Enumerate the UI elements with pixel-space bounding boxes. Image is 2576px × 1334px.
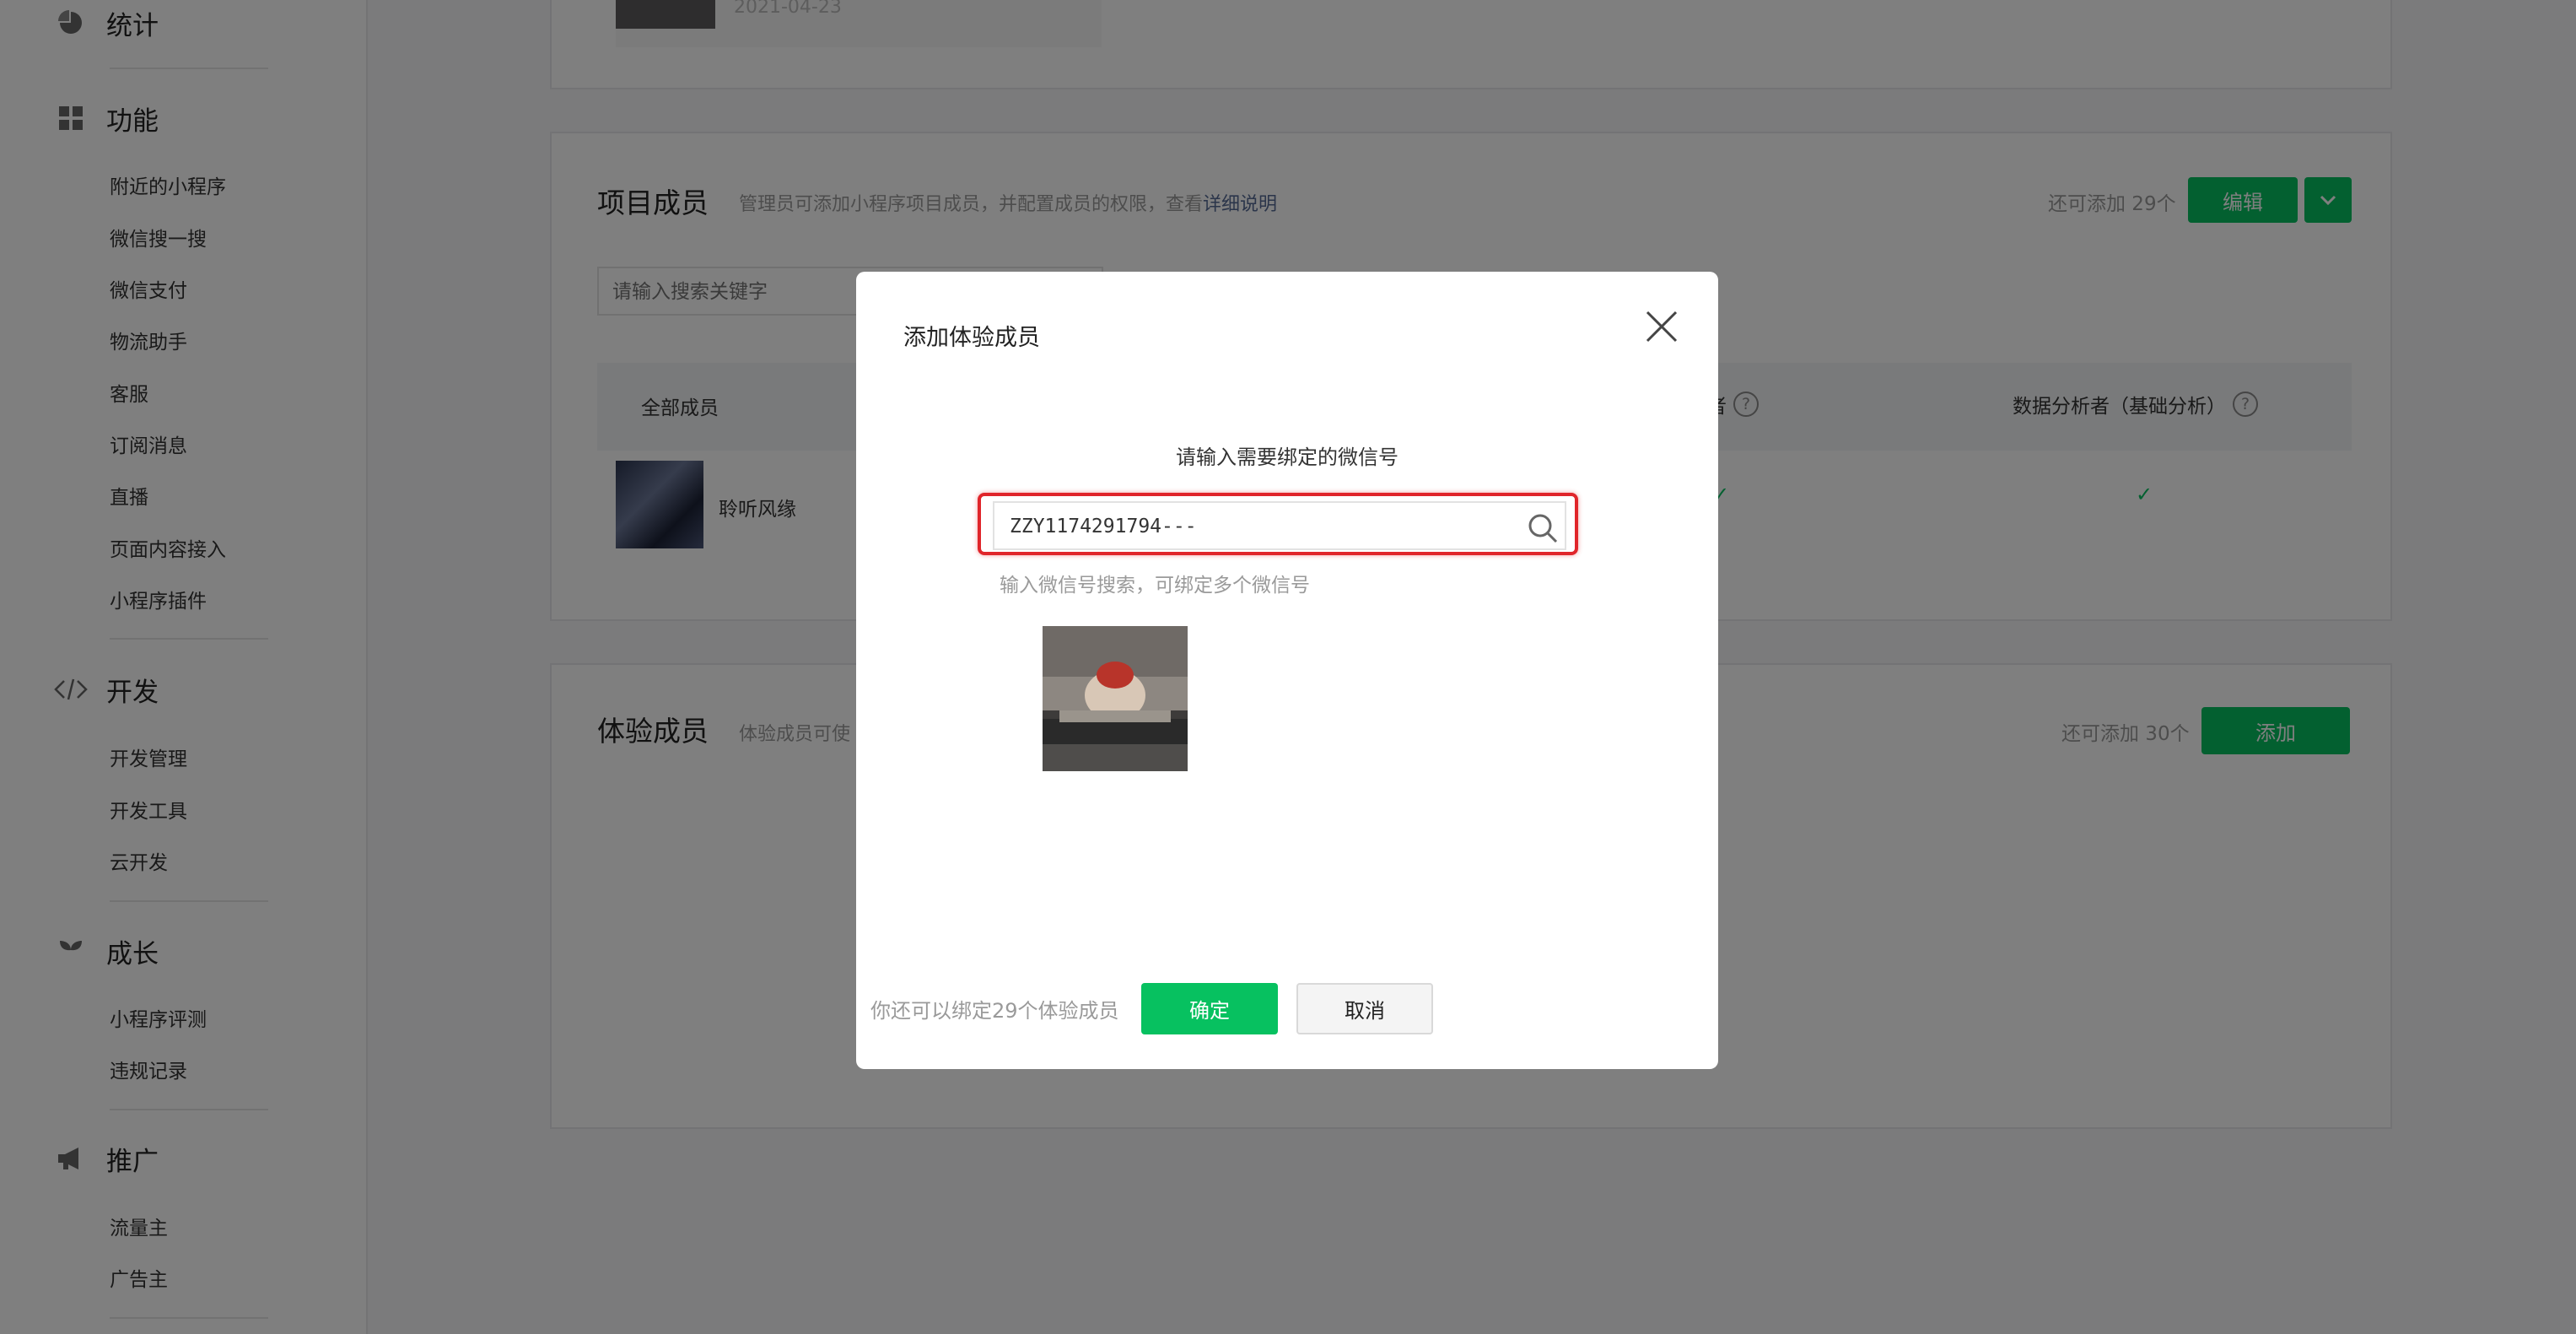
cancel-button[interactable]: 取消: [1296, 983, 1433, 1034]
search-hint: 输入微信号搜索，可绑定多个微信号: [1000, 575, 1310, 597]
dialog-prompt: 请输入需要绑定的微信号: [1176, 446, 1398, 469]
close-icon[interactable]: [1641, 305, 1683, 348]
search-icon[interactable]: [1526, 511, 1560, 545]
add-experience-member-dialog: 添加体验成员 请输入需要绑定的微信号 输入微信号搜索，可绑定多个微信号 你还可以…: [856, 272, 1718, 1069]
highlight-frame: [978, 493, 1578, 555]
search-result-avatar[interactable]: [1043, 626, 1188, 771]
remaining-bind-note: 你还可以绑定29个体验成员: [870, 999, 1119, 1023]
dialog-title: 添加体验成员: [903, 325, 1040, 351]
wechat-id-input[interactable]: [1010, 513, 1507, 540]
confirm-button[interactable]: 确定: [1141, 983, 1278, 1034]
wechat-id-search-box[interactable]: [993, 501, 1566, 550]
